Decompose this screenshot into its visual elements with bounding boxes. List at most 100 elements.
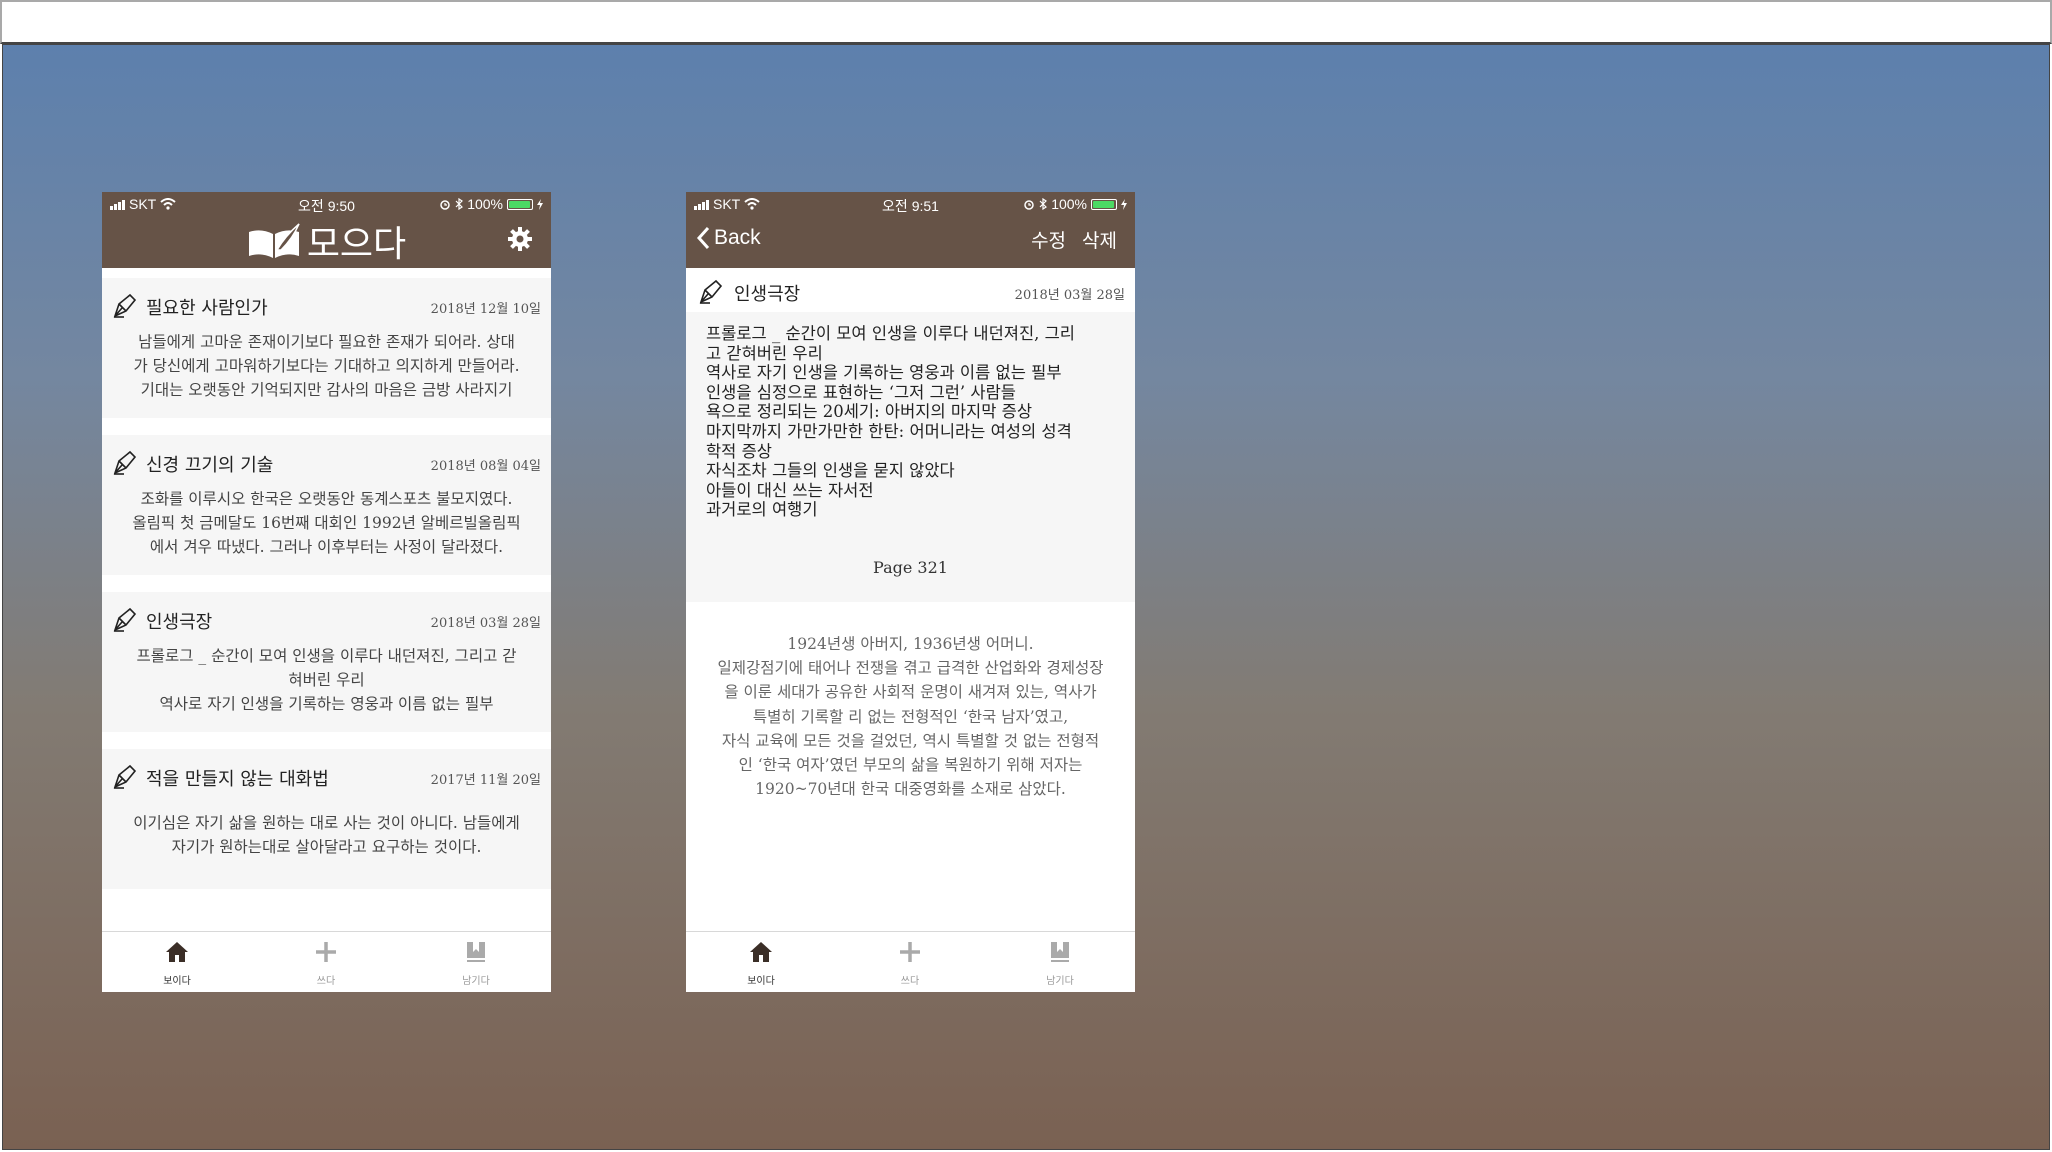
toc-line: 역사로 자기 인생을 기록하는 영웅과 이름 없는 필부 [706,363,1062,383]
charging-icon [1121,198,1127,210]
description-line: 일제강점기에 태어나 전쟁을 겪고 급격한 산업화와 경제성장 [717,659,1104,678]
bookmark-icon [467,942,485,962]
app-header: SKT 오전 9:51 100% Back 수정 삭제 [686,192,1135,268]
book-quill-icon [248,223,300,258]
phone-detail-screen: SKT 오전 9:51 100% Back 수정 삭제 인생극장 2018년 0… [686,192,1135,992]
description-line: 을 이룬 세대가 공유한 사회적 운명이 새겨져 있는, 역사가 [724,683,1097,702]
detail-title: 인생극장 [734,284,801,305]
excerpt-line: 조화를 이루시오 한국은 오랫동안 동계스포츠 불모지였다. [140,490,513,508]
list-item[interactable]: 적을 만들지 않는 대화법 2017년 11월 20일 이기심은 자기 삶을 원… [102,749,551,889]
bookmark-icon [1051,942,1069,962]
edit-button[interactable]: 수정 [1031,226,1066,253]
battery-percent: 100% [1051,196,1087,212]
home-icon [166,942,188,962]
pen-icon [113,450,137,475]
table-of-contents: 프롤로그 _ 순간이 모여 인생을 이루다 내던져진, 그리 고 갇혀버린 우리… [686,312,1135,602]
item-excerpt: 남들에게 고마운 존재이기보다 필요한 존재가 되어라. 상대 가 당신에게 고… [112,330,541,402]
item-excerpt: 프롤로그 _ 순간이 모여 인생을 이루다 내던져진, 그리고 갇 혀버린 우리… [112,644,541,716]
item-date: 2018년 03월 28일 [430,616,541,631]
pen-icon [113,764,137,789]
toc-line: 아들이 대신 쓰는 자서전 [706,480,874,500]
excerpt-line: 자기가 원하는대로 살아달라고 요구하는 것이다. [171,838,482,856]
list-item[interactable]: 인생극장 2018년 03월 28일 프롤로그 _ 순간이 모여 인생을 이루다… [102,592,551,732]
excerpt-line: 기대는 오랫동안 기억되지만 감사의 마음은 금방 사라지기 [140,381,513,399]
battery-icon [1091,198,1117,210]
excerpt-line: 이기심은 자기 삶을 원하는 대로 사는 것이 아니다. 남들에게 [133,814,520,832]
item-date: 2018년 12월 10일 [430,302,541,317]
app-logo: 모으다 [102,216,551,266]
plus-icon [316,942,336,962]
tab-view[interactable]: 보이다 [137,940,217,987]
status-bar: SKT 오전 9:51 100% [686,192,1135,216]
excerpt-line: 가 당신에게 고마워하기보다는 기대하고 의지하게 만들어라. [133,357,520,375]
tab-label: 보이다 [163,976,191,987]
tab-label: 남기다 [1046,976,1074,987]
item-title: 필요한 사람인가 [146,298,268,319]
tab-view[interactable]: 보이다 [721,940,801,987]
bluetooth-icon [1039,198,1048,210]
item-excerpt: 조화를 이루시오 한국은 오랫동안 동계스포츠 불모지였다. 올림픽 첫 금메달… [112,487,541,559]
excerpt-line: 역사로 자기 인생을 기록하는 영웅과 이름 없는 필부 [159,695,494,713]
description-line: 자식 교육에 모든 것을 걸었던, 역시 특별할 것 없는 전형적 [721,731,1100,750]
back-button[interactable]: Back [696,226,761,250]
toc-line: 자식조차 그들의 인생을 묻지 않았다 [706,461,955,481]
list-item[interactable]: 신경 끄기의 기술 2018년 08월 04일 조화를 이루시오 한국은 오랫동… [102,435,551,575]
pen-icon [113,293,137,318]
toc-line: 고 갇혀버린 우리 [706,343,823,363]
toc-line: 욕으로 정리되는 20세기: 아버지의 마지막 증상 [706,402,1033,422]
tab-label: 쓰다 [316,976,336,987]
tab-label: 남기다 [462,976,490,987]
item-date: 2017년 11월 20일 [430,773,541,788]
excerpt-line: 프롤로그 _ 순간이 모여 인생을 이루다 내던져진, 그리고 갇 [136,647,517,665]
battery-percent: 100% [467,196,503,212]
status-bar: SKT 오전 9:50 100% [102,192,551,216]
battery-icon [507,198,533,210]
tab-save[interactable]: 남기다 [1020,940,1100,987]
excerpt-line: 에서 겨우 따냈다. 그러나 이후부터는 사정이 달라졌다. [149,538,504,556]
app-title: 모으다 [306,224,407,265]
item-title: 인생극장 [146,612,213,633]
toc-line: 프롤로그 _ 순간이 모여 인생을 이루다 내던져진, 그리 [706,324,1075,343]
book-description: 1924년생 아버지, 1936년생 어머니. 일제강점기에 태어나 전쟁을 겪… [694,632,1127,801]
item-date: 2018년 08월 04일 [430,459,541,474]
tab-write[interactable]: 쓰다 [870,940,950,987]
item-excerpt: 이기심은 자기 삶을 원하는 대로 사는 것이 아니다. 남들에게 자기가 원하… [112,811,541,859]
app-header: SKT 오전 9:50 100% 모으다 [102,192,551,268]
list-item[interactable]: 필요한 사람인가 2018년 12월 10일 남들에게 고마운 존재이기보다 필… [102,278,551,418]
back-label: Back [714,226,761,249]
plus-icon [900,942,920,962]
alarm-icon [440,200,450,210]
tab-bar: 보이다 쓰다 남기다 [102,931,551,992]
bluetooth-icon [455,198,464,210]
slide-background: SKT 오전 9:50 100% 모으다 필요한 사람인가 2018년 12월 … [2,44,2050,1150]
description-line: 1920~70년대 한국 대중영화를 소재로 삼았다. [755,780,1066,799]
tab-write[interactable]: 쓰다 [286,940,366,987]
item-title: 적을 만들지 않는 대화법 [146,769,329,790]
item-title: 신경 끄기의 기술 [146,455,274,476]
phone-list-screen: SKT 오전 9:50 100% 모으다 필요한 사람인가 2018년 12월 … [102,192,551,992]
detail-title-row: 인생극장 2018년 03월 28일 [686,268,1135,312]
tab-bar: 보이다 쓰다 남기다 [686,931,1135,992]
page-number: Page 321 [873,558,948,577]
gear-icon[interactable] [507,226,533,252]
toc-line: 과거로의 여행기 [706,500,818,520]
home-icon [750,942,772,962]
detail-date: 2018년 03월 28일 [1014,288,1125,303]
toc-line: 마지막까지 가만가만한 한탄: 어머니라는 여성의 성격 [706,421,1072,441]
tab-save[interactable]: 남기다 [436,940,516,987]
charging-icon [537,198,543,210]
pen-icon [699,279,723,304]
excerpt-line: 혀버린 우리 [288,671,365,689]
window-top-bar [0,0,2052,44]
pen-icon [113,607,137,632]
description-line: 특별히 기록할 리 없는 전형적인 ‘한국 남자’였고, [752,707,1069,726]
tab-label: 보이다 [747,976,775,987]
excerpt-line: 남들에게 고마운 존재이기보다 필요한 존재가 되어라. 상대 [138,333,515,351]
tab-label: 쓰다 [900,976,920,987]
toc-line: 학적 증상 [706,441,772,461]
alarm-icon [1024,200,1034,210]
toc-line: 인생을 심정으로 표현하는 ‘그저 그런’ 사람들 [706,382,1016,402]
description-line: 1924년생 아버지, 1936년생 어머니. [787,635,1034,653]
description-line: 인 ‘한국 여자’였던 부모의 삶을 복원하기 위해 저자는 [738,756,1083,775]
delete-button[interactable]: 삭제 [1082,226,1117,253]
